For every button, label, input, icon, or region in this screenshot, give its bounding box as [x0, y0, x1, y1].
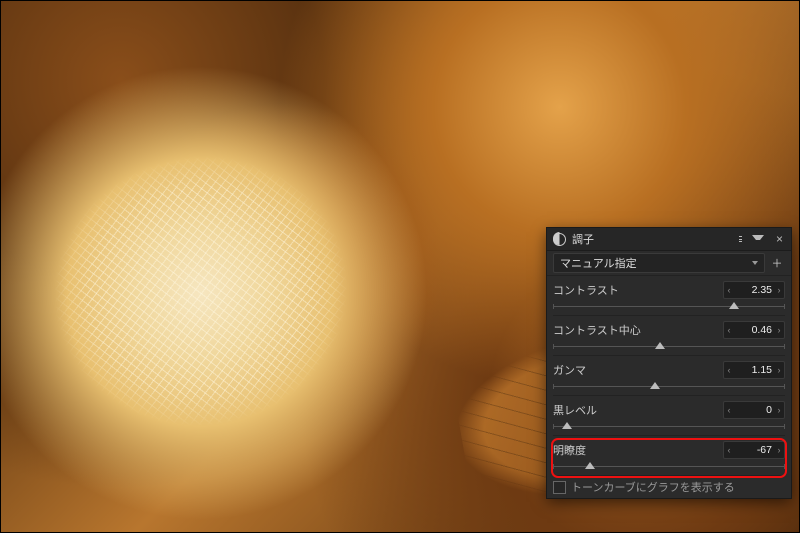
param-value-contrast-center: 0.46 [734, 324, 774, 336]
increment-icon[interactable]: › [774, 326, 784, 335]
param-label-clarity: 明瞭度 [553, 442, 723, 458]
preset-dropdown[interactable]: マニュアル指定 [553, 253, 765, 273]
decrement-icon[interactable]: ‹ [724, 326, 734, 335]
increment-icon[interactable]: › [774, 406, 784, 415]
decrement-icon[interactable]: ‹ [724, 446, 734, 455]
decrement-icon[interactable]: ‹ [724, 366, 734, 375]
chevron-down-icon [752, 261, 758, 265]
param-contrast-center: コントラスト中心‹0.46› [547, 316, 791, 356]
decrement-icon[interactable]: ‹ [724, 406, 734, 415]
panel-header: 調子 × [547, 228, 791, 251]
param-value-gamma: 1.15 [734, 364, 774, 376]
param-spinner-contrast-center[interactable]: ‹0.46› [723, 321, 785, 339]
param-value-black-level: 0 [734, 404, 774, 416]
param-clarity: 明瞭度‹-67› [547, 436, 791, 476]
slider-thumb[interactable] [655, 342, 665, 349]
param-slider-clarity[interactable] [553, 461, 785, 476]
param-contrast: コントラスト‹2.35› [547, 276, 791, 316]
param-gamma: ガンマ‹1.15› [547, 356, 791, 396]
slider-thumb[interactable] [650, 382, 660, 389]
slider-thumb[interactable] [729, 302, 739, 309]
param-spinner-contrast[interactable]: ‹2.35› [723, 281, 785, 299]
slider-thumb[interactable] [585, 462, 595, 469]
param-value-contrast: 2.35 [734, 284, 774, 296]
tone-icon [553, 233, 566, 246]
param-slider-gamma[interactable] [553, 381, 785, 396]
panel-title: 調子 [572, 231, 731, 247]
param-spinner-gamma[interactable]: ‹1.15› [723, 361, 785, 379]
param-spinner-clarity[interactable]: ‹-67› [723, 441, 785, 459]
tone-panel: 調子 × マニュアル指定 ＋ コントラスト‹2.35›コントラスト中心‹0.46… [547, 228, 791, 498]
panel-close-icon[interactable]: × [774, 231, 785, 247]
param-label-black-level: 黒レベル [553, 402, 723, 418]
param-black-level: 黒レベル‹0› [547, 396, 791, 436]
preset-dropdown-label: マニュアル指定 [560, 255, 637, 271]
show-graph-checkbox[interactable] [553, 481, 566, 494]
param-spinner-black-level[interactable]: ‹0› [723, 401, 785, 419]
slider-thumb[interactable] [562, 422, 572, 429]
add-preset-button[interactable]: ＋ [769, 255, 785, 271]
panel-collapse-icon[interactable] [752, 235, 764, 244]
param-slider-contrast-center[interactable] [553, 341, 785, 356]
param-slider-black-level[interactable] [553, 421, 785, 436]
param-label-contrast-center: コントラスト中心 [553, 322, 723, 338]
param-value-clarity: -67 [734, 444, 774, 456]
param-slider-contrast[interactable] [553, 301, 785, 316]
increment-icon[interactable]: › [774, 286, 784, 295]
photo-mesh-overlay [9, 99, 393, 483]
param-label-contrast: コントラスト [553, 282, 723, 298]
param-label-gamma: ガンマ [553, 362, 723, 378]
decrement-icon[interactable]: ‹ [724, 286, 734, 295]
show-graph-label: トーンカーブにグラフを表示する [571, 479, 735, 495]
increment-icon[interactable]: › [774, 366, 784, 375]
increment-icon[interactable]: › [774, 446, 784, 455]
panel-menu-icon[interactable] [737, 234, 744, 244]
